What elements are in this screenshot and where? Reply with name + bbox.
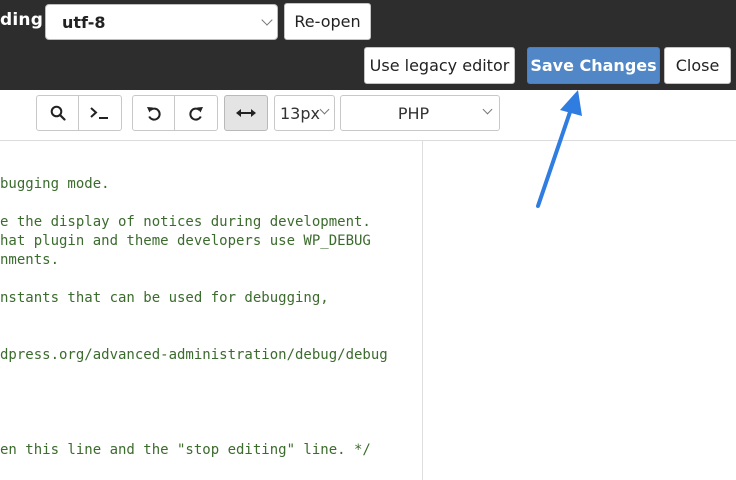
search-console-group [36,95,122,131]
font-size-select[interactable]: 13px [274,95,335,131]
annotation-arrow-icon [536,90,582,208]
redo-button[interactable] [175,96,217,130]
search-icon [50,105,66,121]
code-editor[interactable]: bugging mode. e the display of notices d… [0,141,423,480]
undo-button[interactable] [133,96,176,130]
use-legacy-editor-button[interactable]: Use legacy editor [364,47,515,84]
font-size-value: 13px [280,104,320,123]
encoding-label: ding: [0,10,51,30]
terminal-icon [90,107,108,119]
search-button[interactable] [37,96,80,130]
chevron-down-icon [319,104,330,115]
code-line: nments. [0,252,60,268]
redo-icon [189,107,203,121]
wrap-toggle-button[interactable] [224,95,268,131]
editor-toolbar: 13px PHP [0,90,736,141]
code-line: nstants that can be used for debugging, [0,290,329,306]
encoding-select[interactable]: utf-8 [45,4,278,40]
undo-icon [146,107,161,121]
language-value: PHP [397,104,430,123]
code-line: bugging mode. [0,176,110,192]
code-line: e the display of notices during developm… [0,214,371,230]
code-line: en this line and the "stop editing" line… [0,442,371,458]
save-changes-button[interactable]: Save Changes [527,47,660,84]
chevron-down-icon [261,14,273,26]
language-select[interactable]: PHP [340,95,500,131]
wrap-toggle-icon [236,109,256,117]
code-line: hat plugin and theme developers use WP_D… [0,233,371,249]
encoding-value: utf-8 [62,13,106,32]
reopen-button[interactable]: Re-open [284,3,371,40]
console-button[interactable] [79,96,121,130]
code-line: dpress.org/advanced-administration/debug… [0,347,388,363]
close-button[interactable]: Close [664,47,731,84]
history-group [132,95,218,131]
top-bar: ding: utf-8 Re-open Use legacy editor Sa… [0,0,736,90]
